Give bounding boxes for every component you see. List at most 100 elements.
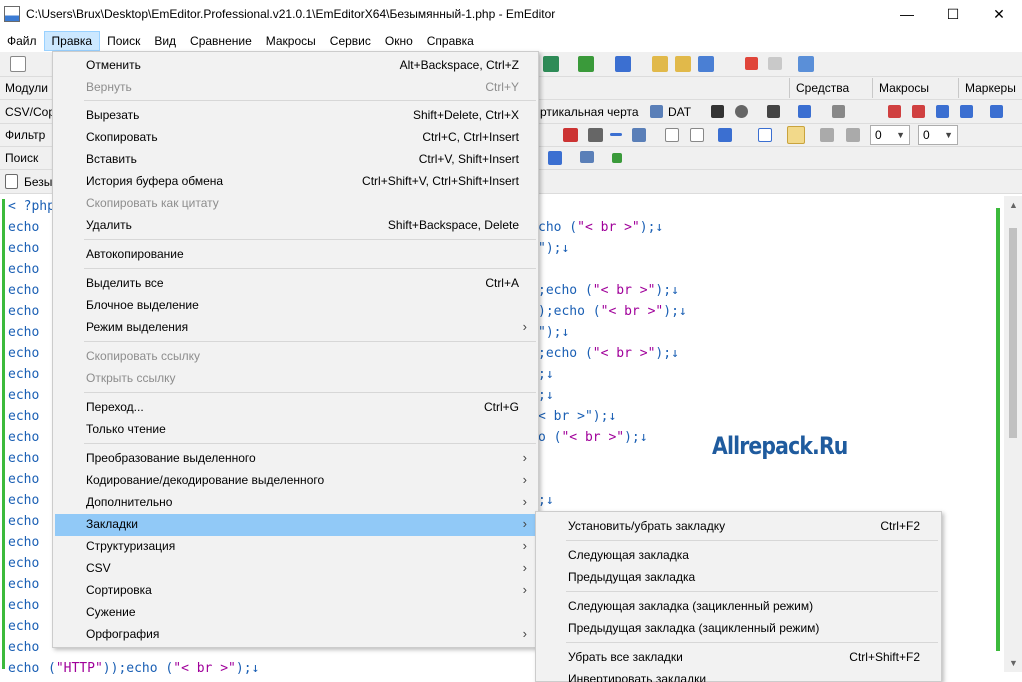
- minus-icon[interactable]: [610, 133, 622, 136]
- tools-icon[interactable]: [798, 56, 814, 72]
- menu-help[interactable]: Справка: [420, 31, 481, 51]
- bookmark-menu-item[interactable]: Установить/убрать закладку Ctrl+F2: [538, 515, 940, 537]
- edit-icon[interactable]: [652, 56, 668, 72]
- edit-menu-item[interactable]: Только чтение: [55, 419, 537, 441]
- edit-menu-item[interactable]: Вставить Ctrl+V, Shift+Insert: [55, 149, 537, 171]
- bookmark-menu-item[interactable]: Убрать все закладки Ctrl+Shift+F2: [538, 646, 940, 668]
- add-column-icon[interactable]: [711, 105, 724, 118]
- menu-window[interactable]: Окно: [378, 31, 420, 51]
- markers-toolbar-button[interactable]: Маркеры: [958, 78, 1016, 98]
- chevron-right-icon: ›: [522, 319, 527, 334]
- scroll-up-icon[interactable]: ▲: [1009, 200, 1018, 210]
- bookmark-menu-item[interactable]: Предыдущая закладка: [538, 566, 940, 588]
- edit-menu-item[interactable]: Переход... Ctrl+G: [55, 397, 537, 419]
- menu-search[interactable]: Поиск: [100, 31, 147, 51]
- monitor-icon[interactable]: [580, 151, 594, 163]
- scroll-down-icon[interactable]: ▼: [1009, 658, 1018, 668]
- pin-icon[interactable]: [820, 128, 834, 142]
- menu-compare[interactable]: Сравнение: [183, 31, 259, 51]
- code-line-right: cho ("< br >");↓: [538, 220, 664, 235]
- code-line-left: echo: [8, 409, 40, 424]
- columns-icon[interactable]: [798, 105, 811, 118]
- document-tab[interactable]: Безы: [24, 175, 52, 189]
- edit-menu-item[interactable]: Закладки ›: [55, 514, 537, 536]
- edit-menu-item[interactable]: Отменить Alt+Backspace, Ctrl+Z: [55, 55, 537, 77]
- refresh-icon[interactable]: [543, 56, 559, 72]
- filter-combo-1[interactable]: 0 ▼: [870, 125, 910, 145]
- edit-menu-item[interactable]: Сортировка ›: [55, 580, 537, 602]
- edit-menu-item[interactable]: Скопировать Ctrl+C, Ctrl+Insert: [55, 127, 537, 149]
- font-size-icon[interactable]: [563, 128, 578, 142]
- list-icon[interactable]: [548, 151, 562, 165]
- remove-icon[interactable]: [735, 105, 748, 118]
- highlight-icon[interactable]: [846, 128, 860, 142]
- edit-menu-item[interactable]: CSV ›: [55, 558, 537, 580]
- edit-menu-item[interactable]: История буфера обмена Ctrl+Shift+V, Ctrl+…: [55, 171, 537, 193]
- edit-menu-item[interactable]: Преобразование выделенного ›: [55, 448, 537, 470]
- change-bar: [996, 208, 1000, 651]
- window-icon[interactable]: [758, 128, 772, 142]
- edit-menu-item[interactable]: Удалить Shift+Backspace, Delete: [55, 215, 537, 237]
- edit-menu-item[interactable]: Кодирование/декодирование выделенного ›: [55, 470, 537, 492]
- filter-combo-2[interactable]: 0 ▼: [918, 125, 958, 145]
- split-icon[interactable]: [767, 105, 780, 118]
- csv-sort-label[interactable]: CSV/Сор: [5, 105, 55, 119]
- plugins-label[interactable]: Модули: [5, 81, 48, 95]
- edit-menu-item[interactable]: Блочное выделение: [55, 295, 537, 317]
- wrap-icon[interactable]: [588, 128, 603, 142]
- code-line-left: echo: [8, 367, 40, 382]
- edit-menu-item[interactable]: Автокопирование: [55, 244, 537, 266]
- edit-menu-item[interactable]: Структуризация ›: [55, 536, 537, 558]
- new-file-icon[interactable]: [10, 56, 26, 72]
- edit-menu-item[interactable]: Дополнительно ›: [55, 492, 537, 514]
- table-icon[interactable]: [650, 105, 663, 118]
- clear-filter-icon[interactable]: [632, 128, 646, 142]
- bookmark-menu-item[interactable]: Инвертировать закладки: [538, 668, 940, 682]
- bookmark-prev-icon[interactable]: [718, 128, 732, 142]
- filter-label[interactable]: Фильтр: [5, 128, 45, 142]
- document-icon: [5, 174, 18, 189]
- menu-tools[interactable]: Сервис: [323, 31, 378, 51]
- macros-toolbar-button[interactable]: Макросы: [872, 78, 929, 98]
- menu-view[interactable]: Вид: [147, 31, 183, 51]
- globe-icon[interactable]: [615, 56, 631, 72]
- save-icon[interactable]: [578, 56, 594, 72]
- play-macro-icon[interactable]: [768, 57, 782, 70]
- sort-len-icon[interactable]: [990, 105, 1003, 118]
- minimize-button[interactable]: —: [884, 0, 930, 28]
- edit-menu-item[interactable]: Выделить все Ctrl+A: [55, 273, 537, 295]
- sort-num-desc-icon[interactable]: [960, 105, 973, 118]
- search-label[interactable]: Поиск: [5, 151, 38, 165]
- bookmark-menu-item[interactable]: Следующая закладка (зацикленный режим): [538, 595, 940, 617]
- scrollbar-thumb[interactable]: [1009, 228, 1017, 438]
- calc-icon[interactable]: [832, 105, 845, 118]
- edit-menu-item[interactable]: Вырезать Shift+Delete, Ctrl+X: [55, 105, 537, 127]
- menu-item-label: Вернуть: [86, 80, 132, 94]
- dat-label[interactable]: DAT: [668, 105, 691, 119]
- code-line-left: echo: [8, 325, 40, 340]
- copy-icon[interactable]: [675, 56, 691, 72]
- arrow-right-icon[interactable]: [612, 153, 622, 163]
- lock-icon[interactable]: [787, 126, 805, 144]
- maximize-button[interactable]: ☐: [930, 0, 976, 28]
- tools-toolbar-button[interactable]: Средства: [789, 78, 849, 98]
- edit-menu-item[interactable]: Сужение: [55, 602, 537, 624]
- doc-icon-b[interactable]: [690, 128, 704, 142]
- vertical-bar-label[interactable]: ртикальная черта: [540, 105, 639, 119]
- menu-macros[interactable]: Макросы: [259, 31, 323, 51]
- edit-menu-item[interactable]: Орфография ›: [55, 624, 537, 646]
- bookmark-menu-item[interactable]: Предыдущая закладка (зацикленный режим): [538, 617, 940, 639]
- record-macro-icon[interactable]: [745, 57, 758, 70]
- menu-file[interactable]: Файл: [0, 31, 44, 51]
- edit-menu-item[interactable]: Режим выделения ›: [55, 317, 537, 339]
- menu-edit[interactable]: Правка: [43, 31, 101, 51]
- checklist-icon[interactable]: [698, 56, 714, 72]
- doc-icon-a[interactable]: [665, 128, 679, 142]
- sort-asc-icon[interactable]: [888, 105, 901, 118]
- close-button[interactable]: ✕: [976, 0, 1022, 28]
- bookmark-menu-item[interactable]: Следующая закладка: [538, 544, 940, 566]
- sort-desc-icon[interactable]: [912, 105, 925, 118]
- menu-item-shortcut: Ctrl+F2: [880, 519, 920, 533]
- menu-item-label: История буфера обмена: [86, 174, 224, 188]
- sort-num-icon[interactable]: [936, 105, 949, 118]
